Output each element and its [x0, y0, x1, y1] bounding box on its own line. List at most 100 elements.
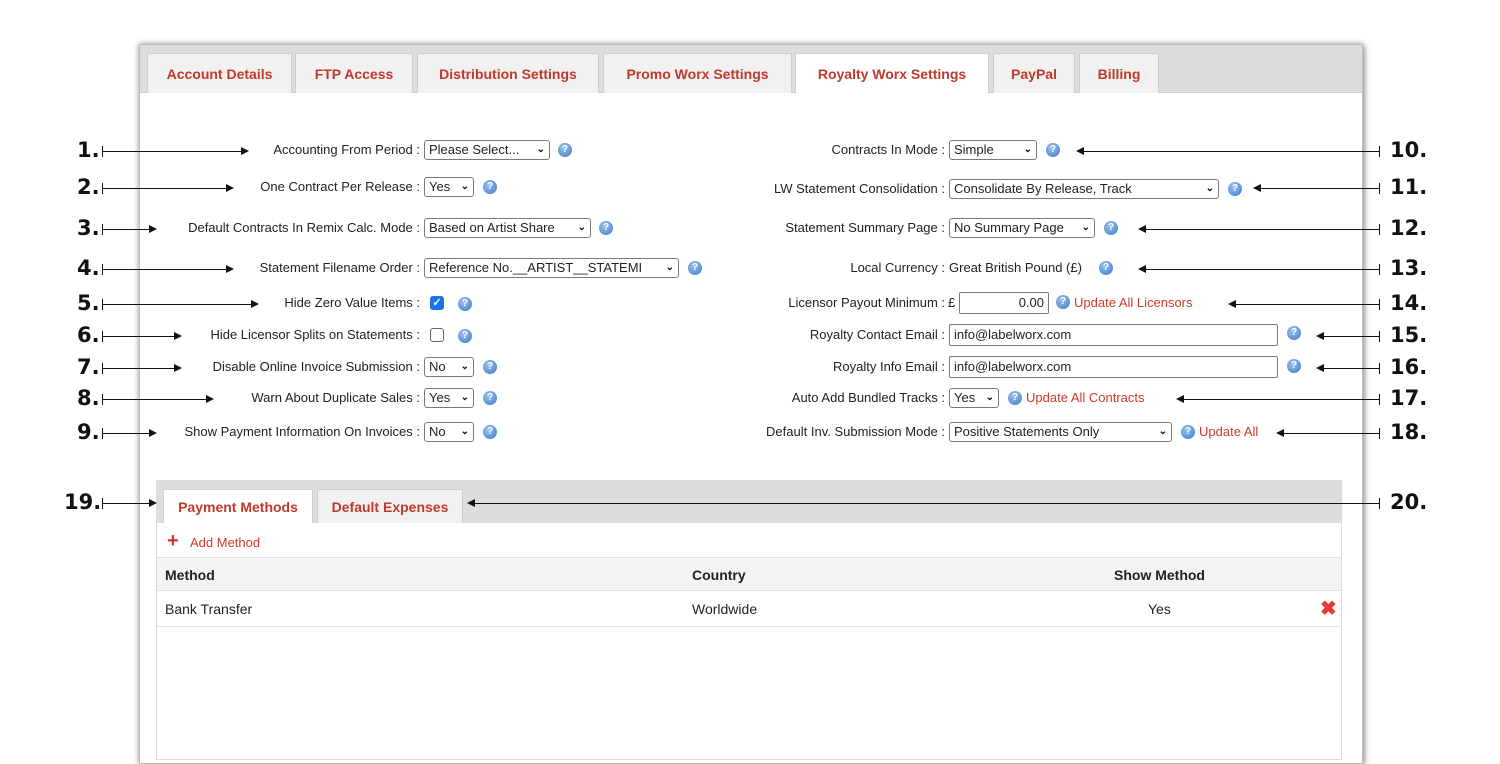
chevron-down-icon: ⌄	[460, 181, 469, 192]
annotation-number: 15.	[1390, 323, 1428, 347]
contracts-in-mode-select[interactable]: Simple ⌄	[949, 140, 1037, 160]
default-inv-submission-mode-select[interactable]: Positive Statements Only ⌄	[949, 422, 1172, 442]
annotation-arrow	[102, 394, 214, 405]
annotation-arrow	[1138, 224, 1380, 235]
disable-online-invoice-label: Disable Online Invoice Submission :	[212, 359, 420, 374]
one-contract-per-release-label: One Contract Per Release :	[260, 179, 420, 194]
help-icon[interactable]: ?	[1099, 261, 1113, 275]
default-inv-submission-mode-label: Default Inv. Submission Mode :	[766, 424, 945, 439]
annotation-arrow	[1316, 363, 1380, 374]
local-currency-label: Local Currency :	[850, 260, 945, 275]
help-icon[interactable]: ?	[1046, 143, 1060, 157]
method-cell: Bank Transfer	[165, 601, 253, 617]
licensor-payout-minimum-label: Licensor Payout Minimum :	[788, 295, 945, 310]
update-all-link[interactable]: Update All	[1199, 421, 1258, 443]
one-contract-per-release-select[interactable]: Yes ⌄	[424, 177, 474, 197]
warn-duplicate-sales-select[interactable]: Yes ⌄	[424, 388, 474, 408]
annotation-number: 8.	[77, 386, 100, 410]
royalty-info-email-input[interactable]: info@labelworx.com	[949, 356, 1278, 378]
annotation-number: 5.	[77, 291, 100, 315]
tab-ftp-access[interactable]: FTP Access	[295, 53, 413, 93]
close-icon[interactable]: ✖	[1320, 591, 1337, 627]
chevron-down-icon: ⌄	[460, 426, 469, 437]
help-icon[interactable]: ?	[483, 391, 497, 405]
update-all-contracts-link[interactable]: Update All Contracts	[1026, 387, 1145, 409]
annotation-arrow	[1076, 146, 1380, 157]
annotation-arrow	[1176, 394, 1380, 405]
lw-statement-consolidation-select[interactable]: Consolidate By Release, Track ⌄	[949, 179, 1219, 199]
country-cell: Worldwide	[692, 601, 758, 617]
annotation-number: 13.	[1390, 256, 1428, 280]
tab-billing[interactable]: Billing	[1079, 53, 1159, 93]
statement-filename-order-select[interactable]: Reference No.__ARTIST__STATEMI ⌄	[424, 258, 679, 278]
hide-licensor-splits-checkbox[interactable]	[430, 328, 444, 342]
help-icon[interactable]: ?	[1287, 326, 1301, 340]
statement-filename-order-label: Statement Filename Order :	[259, 260, 420, 275]
disable-online-invoice-select[interactable]: No ⌄	[424, 357, 474, 377]
column-header-method[interactable]: Method	[165, 558, 215, 592]
column-header-show-method[interactable]: Show Method	[1114, 558, 1205, 592]
warn-duplicate-sales-label: Warn About Duplicate Sales :	[251, 390, 420, 405]
column-header-country[interactable]: Country	[692, 558, 746, 592]
help-icon[interactable]: ?	[458, 329, 472, 343]
annotation-arrow	[1138, 264, 1380, 275]
annotation-number: 11.	[1390, 175, 1428, 199]
chevron-down-icon: ⌄	[1205, 183, 1214, 194]
table-row[interactable]: Bank Transfer Worldwide Yes ✖	[157, 591, 1341, 627]
statement-summary-page-select[interactable]: No Summary Page ⌄	[949, 218, 1095, 238]
default-remix-mode-select[interactable]: Based on Artist Share ⌄	[424, 218, 591, 238]
annotation-number: 9.	[77, 420, 100, 444]
annotation-arrow	[102, 428, 157, 439]
help-icon[interactable]: ?	[1104, 221, 1118, 235]
auto-add-bundled-tracks-label: Auto Add Bundled Tracks :	[791, 390, 945, 405]
chevron-down-icon: ⌄	[1081, 222, 1090, 233]
chevron-down-icon: ⌄	[1158, 426, 1167, 437]
help-icon[interactable]: ?	[1228, 182, 1242, 196]
annotation-number: 2.	[77, 175, 100, 199]
annotation-arrow	[1253, 183, 1380, 194]
annotation-arrow	[1276, 428, 1380, 439]
update-all-licensors-link[interactable]: Update All Licensors	[1074, 292, 1193, 314]
help-icon[interactable]: ?	[558, 143, 572, 157]
help-icon[interactable]: ?	[483, 360, 497, 374]
plus-icon[interactable]: +	[167, 531, 179, 551]
help-icon[interactable]: ?	[483, 425, 497, 439]
annotation-number: 3.	[77, 216, 100, 240]
annotation-number: 1.	[77, 138, 100, 162]
main-tab-bar: Account Details FTP Access Distribution …	[140, 45, 1362, 94]
licensor-payout-minimum-input[interactable]: 0.00	[959, 292, 1049, 314]
annotation-arrow	[1316, 331, 1380, 342]
royalty-contact-email-label: Royalty Contact Email :	[809, 327, 945, 342]
annotation-number: 18.	[1390, 420, 1428, 444]
tab-default-expenses[interactable]: Default Expenses	[317, 489, 463, 523]
annotation-number: 14.	[1390, 291, 1428, 315]
hide-zero-value-items-label: Hide Zero Value Items :	[284, 295, 420, 310]
chevron-down-icon: ⌄	[536, 144, 545, 155]
annotation-arrow	[102, 224, 157, 235]
add-method-link[interactable]: Add Method	[190, 532, 260, 554]
accounting-from-period-select[interactable]: Please Select... ⌄	[424, 140, 550, 160]
royalty-info-email-label: Royalty Info Email :	[833, 359, 945, 374]
help-icon[interactable]: ?	[1181, 425, 1195, 439]
royalty-contact-email-input[interactable]: info@labelworx.com	[949, 324, 1278, 346]
tab-distribution-settings[interactable]: Distribution Settings	[417, 53, 599, 93]
hide-zero-value-items-checkbox[interactable]: ✓	[430, 296, 444, 310]
tab-paypal[interactable]: PayPal	[993, 53, 1075, 93]
tab-promo-worx-settings[interactable]: Promo Worx Settings	[603, 53, 792, 93]
tab-payment-methods[interactable]: Payment Methods	[163, 489, 313, 523]
help-icon[interactable]: ?	[1287, 359, 1301, 373]
show-payment-info-select[interactable]: No ⌄	[424, 422, 474, 442]
auto-add-bundled-tracks-select[interactable]: Yes ⌄	[949, 388, 999, 408]
help-icon[interactable]: ?	[1008, 391, 1022, 405]
help-icon[interactable]: ?	[599, 221, 613, 235]
annotation-number: 19.	[64, 490, 102, 514]
currency-symbol: £	[948, 295, 956, 310]
help-icon[interactable]: ?	[458, 297, 472, 311]
help-icon[interactable]: ?	[1056, 295, 1070, 309]
annotation-number: 16.	[1390, 355, 1428, 379]
help-icon[interactable]: ?	[483, 180, 497, 194]
hide-licensor-splits-label: Hide Licensor Splits on Statements :	[210, 327, 420, 342]
tab-royalty-worx-settings[interactable]: Royalty Worx Settings	[795, 53, 989, 94]
tab-account-details[interactable]: Account Details	[147, 53, 292, 93]
annotation-arrow	[102, 146, 249, 157]
